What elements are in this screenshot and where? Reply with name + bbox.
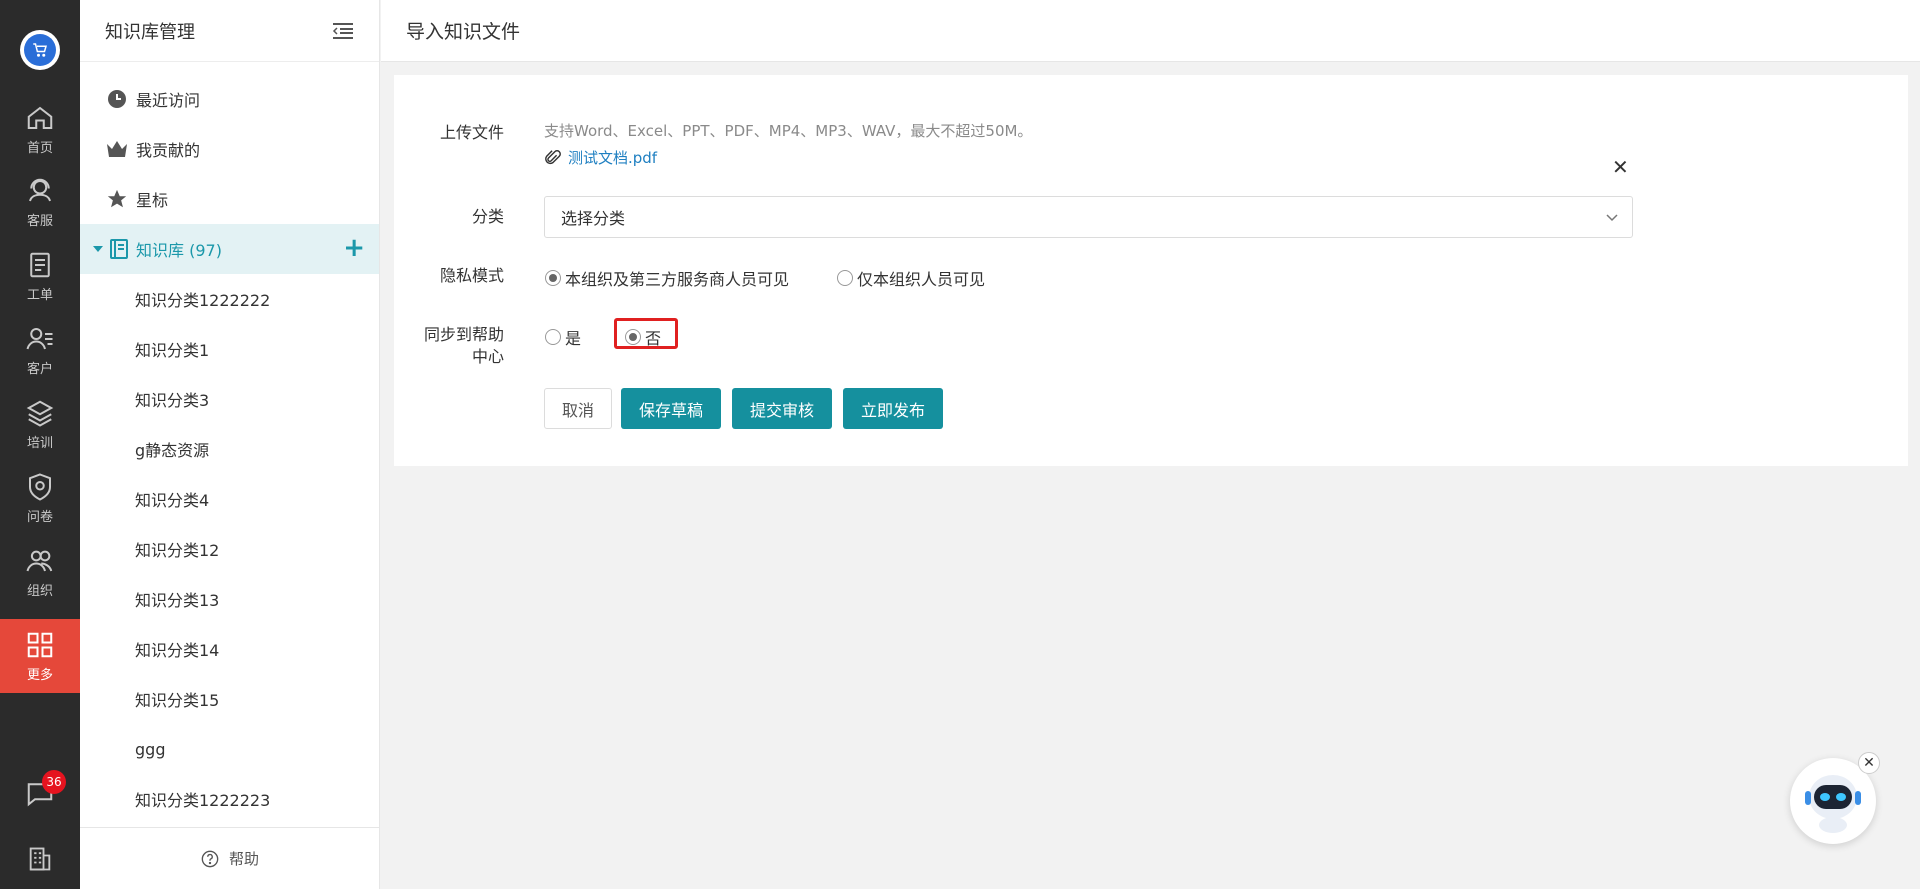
crown-icon (106, 138, 128, 160)
rail-item-survey[interactable]: 问卷 (0, 461, 80, 535)
headset-icon (29, 178, 51, 201)
page-header: 导入知识文件 (381, 0, 1920, 62)
help-label: 帮助 (228, 850, 259, 868)
publish-button[interactable]: 立即发布 (843, 388, 943, 429)
save-draft-button[interactable]: 保存草稿 (621, 388, 721, 429)
category-item[interactable]: 知识分类1222223 (80, 774, 379, 824)
rail-label: 问卷 (26, 509, 53, 525)
radio-label: 是 (565, 329, 582, 348)
sidebar-item-recent[interactable]: 最近访问 (80, 74, 379, 124)
knowledge-sidebar: 知识库管理 最近访问 我贡献的 星标 知识库 (97) + 知识分类122222… (80, 0, 380, 889)
layers-icon (26, 400, 54, 427)
category-item[interactable]: g静态资源 (80, 424, 379, 474)
sidebar-item-label: 最近访问 (136, 91, 201, 110)
radio-label: 本组织及第三方服务商人员可见 (565, 270, 790, 289)
rail-label: 更多 (26, 667, 53, 683)
building-button[interactable] (0, 845, 80, 873)
category-select-value: 选择分类 (561, 209, 626, 228)
grid-icon (27, 632, 53, 657)
sidebar-title: 知识库管理 (105, 21, 195, 43)
paperclip-icon (545, 149, 561, 164)
collapse-menu-icon[interactable] (332, 22, 354, 40)
sync-option-yes[interactable]: 是 (545, 325, 581, 349)
ticket-icon (30, 252, 50, 277)
sidebar-item-contributed[interactable]: 我贡献的 (80, 124, 379, 174)
sync-label-line1: 同步到帮助 (423, 325, 504, 344)
building-icon (29, 847, 51, 871)
robot-icon (1805, 775, 1861, 833)
home-icon (27, 106, 53, 129)
left-rail: 首页 客服 工单 客户 培训 问卷 组织 更多 36 (0, 0, 80, 889)
privacy-label: 隐私模式 (439, 266, 504, 285)
sync-option-no[interactable]: 否 (625, 325, 661, 349)
category-select[interactable]: 选择分类 (544, 196, 1633, 238)
remove-file-icon[interactable]: ✕ (1612, 155, 1629, 179)
app-logo[interactable] (20, 30, 60, 70)
sidebar-item-label: 我贡献的 (136, 141, 201, 160)
book-icon (110, 239, 128, 259)
rail-label: 客户 (26, 361, 53, 377)
upload-label: 上传文件 (439, 123, 504, 142)
radio-unselected (545, 329, 561, 345)
file-name: 测试文档.pdf (568, 149, 658, 167)
category-item[interactable]: 知识分类15 (80, 674, 379, 724)
chat-button[interactable] (0, 778, 80, 808)
rail-label: 工单 (26, 287, 53, 303)
sidebar-item-knowledge-base[interactable]: 知识库 (97) + (80, 224, 379, 274)
add-category-icon[interactable]: + (343, 235, 365, 261)
import-form: 上传文件 支持Word、Excel、PPT、PDF、MP4、MP3、WAV，最大… (394, 75, 1908, 466)
sidebar-item-starred[interactable]: 星标 (80, 174, 379, 224)
chevron-down-icon (1606, 214, 1618, 222)
caret-down-icon (93, 246, 103, 252)
clock-icon (106, 88, 128, 110)
survey-icon (29, 472, 51, 501)
help-link[interactable]: 帮助 (80, 827, 380, 889)
sidebar-header: 知识库管理 (80, 0, 379, 62)
rail-label: 组织 (26, 583, 53, 599)
category-item[interactable]: 知识分类4 (80, 474, 379, 524)
rail-item-ticket[interactable]: 工单 (0, 239, 80, 313)
radio-unselected (837, 270, 853, 286)
sync-label-line2: 中心 (471, 347, 504, 366)
uploaded-file[interactable]: 测试文档.pdf (544, 147, 657, 168)
rail-label: 培训 (26, 435, 53, 451)
category-item[interactable]: ggg (80, 724, 379, 774)
sync-label: 同步到帮助 中心 (394, 324, 504, 368)
star-icon (106, 188, 128, 210)
privacy-option-third-party[interactable]: 本组织及第三方服务商人员可见 (545, 266, 789, 290)
rail-item-organization[interactable]: 组织 (0, 535, 80, 609)
radio-selected (625, 329, 641, 345)
submit-review-button[interactable]: 提交审核 (732, 388, 832, 429)
category-item[interactable]: 知识分类13 (80, 574, 379, 624)
organization-icon (26, 550, 53, 571)
close-assistant-icon[interactable]: ✕ (1858, 752, 1880, 774)
help-icon (201, 850, 219, 867)
category-item[interactable]: 知识分类12 (80, 524, 379, 574)
rail-label: 首页 (26, 140, 53, 156)
notification-badge: 36 (42, 770, 66, 794)
knowledge-base-label: 知识库 (97) (136, 241, 222, 260)
category-item[interactable]: 知识分类14 (80, 624, 379, 674)
sidebar-item-label: 星标 (136, 191, 169, 210)
rail-label: 客服 (26, 213, 53, 229)
rail-item-more[interactable]: 更多 (0, 619, 80, 693)
cancel-button[interactable]: 取消 (544, 388, 612, 429)
rail-item-home[interactable]: 首页 (0, 92, 80, 166)
radio-selected (545, 270, 561, 286)
privacy-option-org-only[interactable]: 仅本组织人员可见 (837, 266, 985, 290)
page-title: 导入知识文件 (406, 21, 521, 43)
category-item[interactable]: 知识分类1 (80, 324, 379, 374)
upload-hint: 支持Word、Excel、PPT、PDF、MP4、MP3、WAV，最大不超过50… (544, 122, 1033, 140)
customer-icon (26, 327, 53, 349)
rail-item-service[interactable]: 客服 (0, 165, 80, 239)
category-label: 分类 (471, 207, 504, 226)
category-item[interactable]: 知识分类3 (80, 374, 379, 424)
radio-label: 否 (645, 329, 662, 348)
cart-icon (24, 34, 56, 66)
radio-label: 仅本组织人员可见 (857, 270, 986, 289)
rail-item-customer[interactable]: 客户 (0, 313, 80, 387)
rail-item-training[interactable]: 培训 (0, 387, 80, 461)
category-item[interactable]: 知识分类1222222 (80, 274, 379, 324)
